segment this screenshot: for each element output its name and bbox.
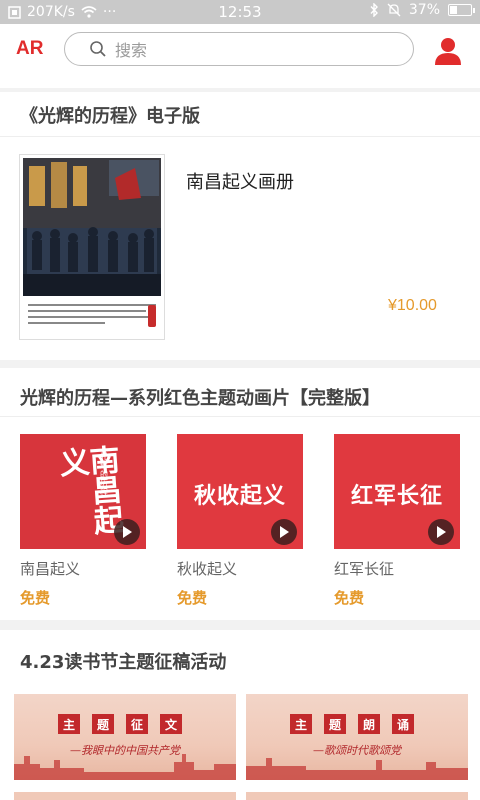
event-banner[interactable]: 主 题 朗 诵 —歌颂时代歌颂党 — [246, 694, 468, 780]
animation-card[interactable]: 红军长征 红军长征 免费 — [334, 434, 460, 608]
book-title[interactable]: 南昌起义画册 — [186, 168, 294, 194]
ebook-section: 《光辉的历程》电子版 南昌起义画册 ¥10.00 — [0, 92, 480, 360]
search-input[interactable]: 搜索 — [64, 32, 414, 66]
animation-section-title: 光辉的历程—系列红色主题动画片【完整版】 — [20, 388, 380, 409]
animation-price: 免费 — [177, 589, 208, 607]
section-divider — [0, 416, 480, 417]
animation-title: 红军长征 — [334, 560, 395, 578]
animation-card[interactable]: 南昌起义 光辉的历程 南昌起义 免费 — [20, 434, 146, 608]
app-header: AR 搜索 — [0, 24, 480, 88]
event-banner[interactable]: 主 题 征 文 —我眼中的中国共产党 — [14, 694, 236, 780]
red-seal-icon — [148, 305, 156, 327]
banner-subtitle: —我眼中的中国共产党 — [70, 744, 180, 757]
section-divider — [0, 136, 480, 137]
animation-thumbnail[interactable]: 南昌起义 光辉的历程 — [20, 434, 146, 549]
search-icon — [90, 41, 106, 57]
book-price: ¥10.00 — [388, 297, 437, 314]
ebook-section-title: 《光辉的历程》电子版 — [20, 106, 200, 127]
search-placeholder: 搜索 — [115, 41, 148, 60]
event-section: 4.23读书节主题征稿活动 主 题 征 文 —我眼中的中国共产党 主 题 朗 诵… — [0, 630, 480, 800]
thumbnail-title: 红军长征 — [350, 483, 443, 509]
animation-title: 秋收起义 — [177, 560, 238, 578]
bluetooth-icon — [370, 3, 378, 17]
animation-title: 南昌起义 — [20, 560, 81, 578]
banner-subtitle: —歌颂时代歌颂党 — [313, 744, 401, 757]
thumbnail-title: 秋收起义 — [193, 483, 286, 509]
ar-logo-button[interactable]: AR — [16, 38, 43, 60]
animation-section: 光辉的历程—系列红色主题动画片【完整版】 南昌起义 光辉的历程 南昌起义 免费 … — [0, 368, 480, 620]
animation-card[interactable]: 秋收起义 秋收起义 免费 — [177, 434, 303, 608]
book-caption-text — [28, 300, 156, 328]
event-banner-partial[interactable] — [246, 792, 468, 800]
banner-title-chars: 主 题 征 文 — [58, 714, 182, 734]
animation-price: 免费 — [334, 589, 365, 607]
mute-bell-icon — [387, 3, 401, 17]
animation-price: 免费 — [20, 589, 51, 607]
play-icon[interactable] — [428, 519, 454, 545]
status-bar: 207K/s ··· 12:53 37% — [0, 0, 480, 24]
battery-percent: 37% — [408, 2, 440, 18]
book-cover-image[interactable] — [19, 154, 165, 340]
play-icon[interactable] — [114, 519, 140, 545]
play-icon[interactable] — [271, 519, 297, 545]
book-cover-illustration — [23, 158, 161, 296]
banner-title-chars: 主 题 朗 诵 — [290, 714, 414, 734]
animation-thumbnail[interactable]: 秋收起义 — [177, 434, 303, 549]
battery-icon — [448, 4, 475, 16]
user-profile-icon[interactable] — [434, 36, 462, 66]
event-banner-partial[interactable] — [14, 792, 236, 800]
thumbnail-subtitle: 光辉的历程 — [100, 452, 108, 497]
animation-thumbnail[interactable]: 红军长征 — [334, 434, 460, 549]
event-section-title: 4.23读书节主题征稿活动 — [20, 652, 227, 673]
thumbnail-calligraphy: 南昌起义 — [52, 443, 124, 537]
